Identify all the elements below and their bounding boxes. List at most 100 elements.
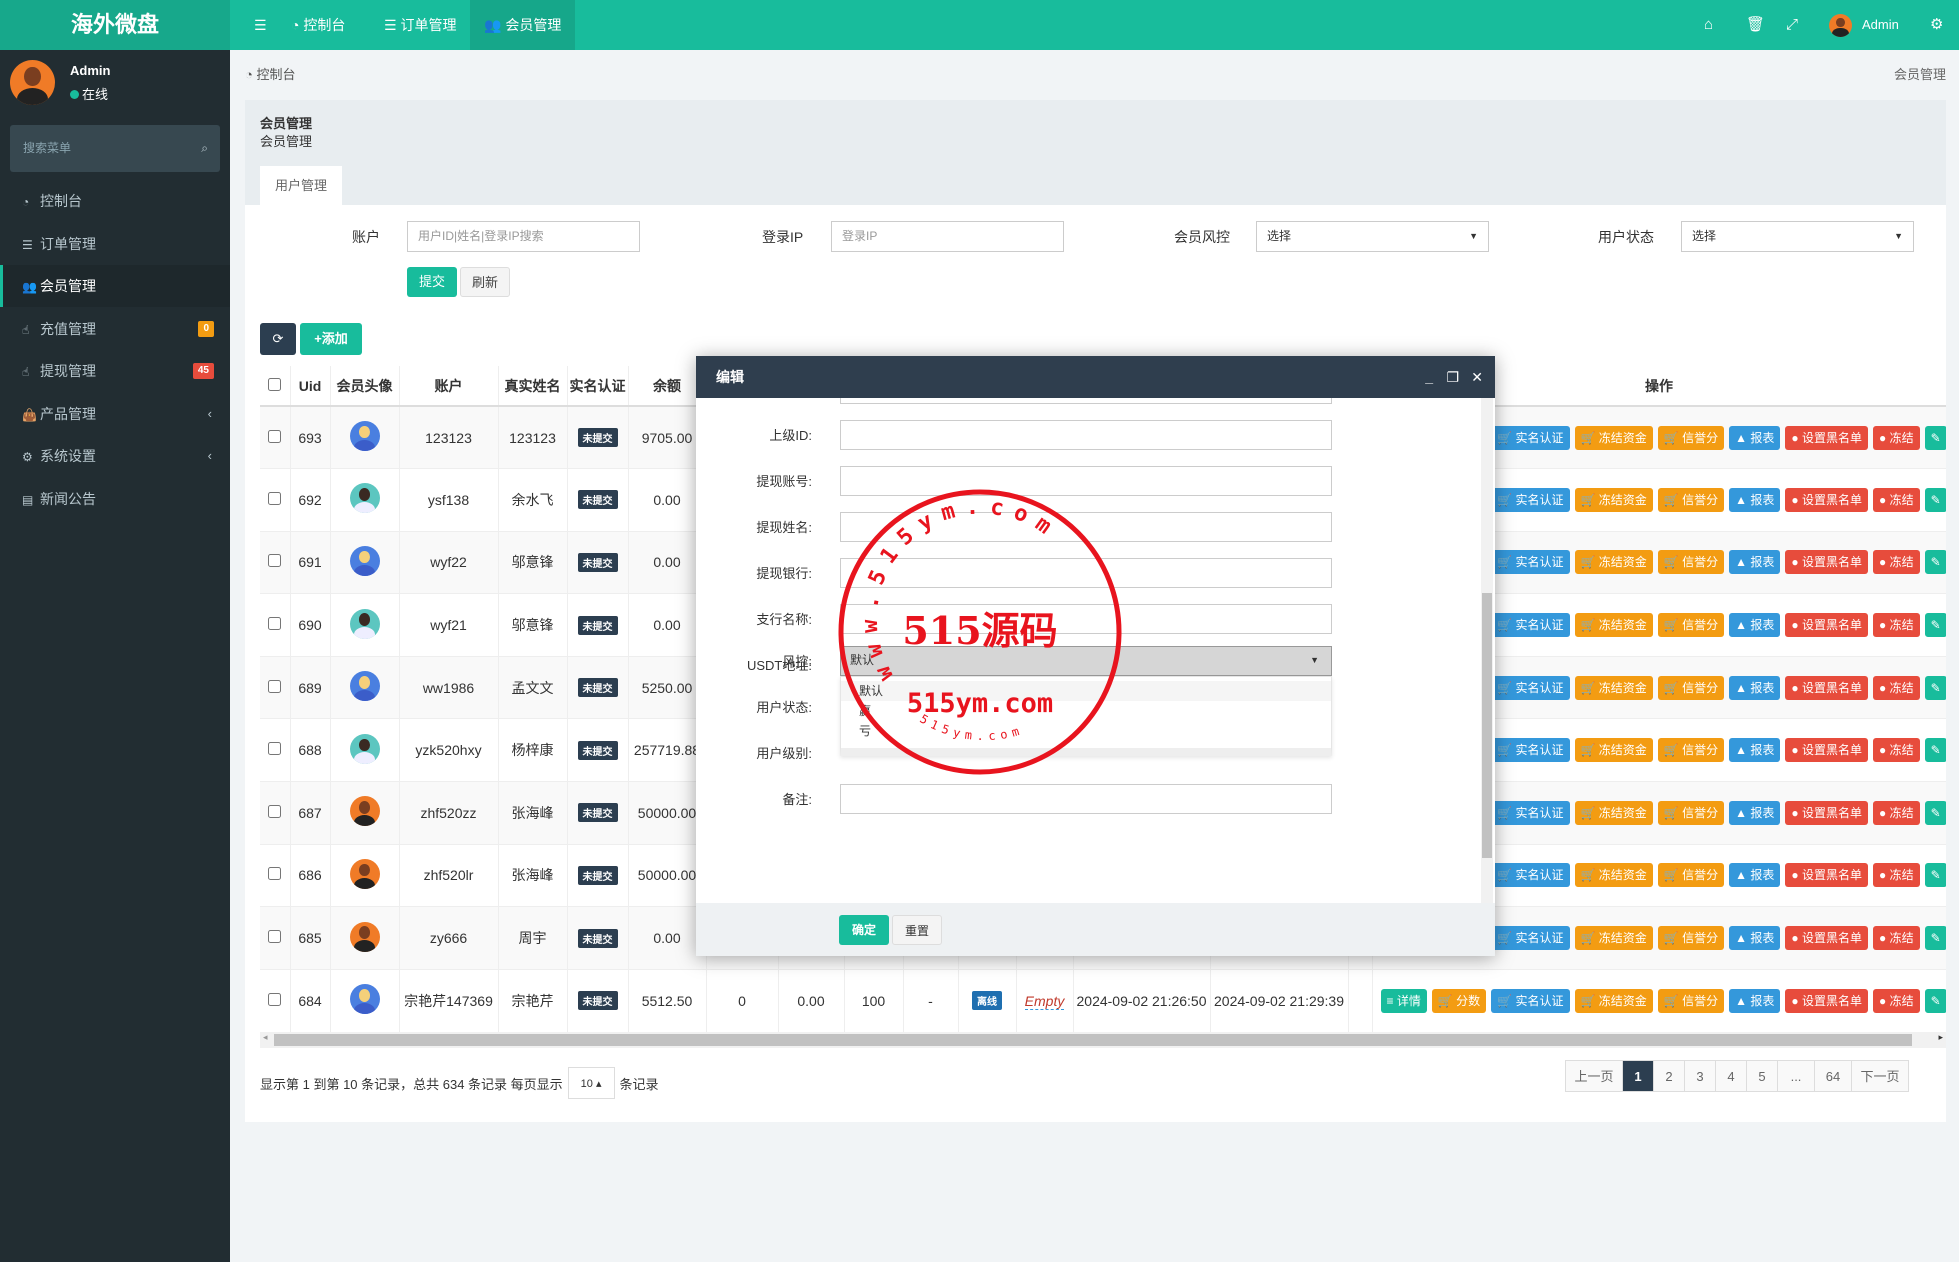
action-button[interactable]: ● 设置黑名单 [1785,613,1868,638]
action-button[interactable]: 🛒 信誉分 [1657,926,1725,951]
field-input[interactable] [840,420,1332,450]
action-button[interactable]: 🛒 冻结资金 [1574,863,1653,888]
action-button[interactable]: ✎ [1924,926,1945,951]
page-button[interactable]: ... [1777,1060,1815,1092]
tab-dashboard[interactable]: ◔ 控制台 [277,0,359,50]
action-button[interactable]: ▲ 报表 [1729,926,1781,951]
action-button[interactable]: ▲ 报表 [1729,863,1781,888]
action-button[interactable]: ▲ 报表 [1729,425,1781,450]
sidebar-item-gears[interactable]: ⚙ 系统设置 ‹ [0,435,230,477]
page-button[interactable]: 5 [1746,1060,1778,1092]
tab-orders[interactable]: ☰ 订单管理 [370,0,470,50]
action-button[interactable]: ✎ [1924,800,1945,825]
action-button[interactable]: 🛒 实名认证 [1491,800,1570,825]
action-button[interactable]: ● 设置黑名单 [1785,926,1868,951]
action-button[interactable]: 🛒 冻结资金 [1574,487,1653,512]
member-avatar[interactable] [349,483,380,514]
action-button[interactable]: ● 冻结 [1872,926,1920,951]
gears-icon[interactable]: ⚙ [1930,0,1943,50]
action-button[interactable]: 🛒 信誉分 [1657,487,1725,512]
logo[interactable]: 海外微盘 [0,0,230,50]
sidebar-item-newspaper[interactable]: ▤ 新闻公告 [0,478,230,520]
action-button[interactable]: 🛒 冻结资金 [1574,926,1653,951]
col-uid[interactable]: Uid [290,366,331,407]
action-button[interactable]: ✎ [1924,613,1945,638]
action-button[interactable]: ✎ [1924,738,1945,763]
action-button[interactable]: 🛒 实名认证 [1491,863,1570,888]
menu-search-input[interactable]: 搜索菜单 ⌕ [10,125,220,172]
sidebar-item-hand[interactable]: ☝ 充值管理 0 [0,308,230,350]
sidebar-item-list[interactable]: ☰ 订单管理 [0,223,230,265]
action-button[interactable]: ● 冻结 [1872,738,1920,763]
action-button[interactable]: 🛒 实名认证 [1491,738,1570,763]
page-button[interactable]: 1 [1622,1060,1654,1092]
menu-toggle-icon[interactable]: ☰ [240,0,281,50]
action-button[interactable]: 🛒 信誉分 [1657,863,1725,888]
empty-editable[interactable]: Empty [1024,992,1065,1010]
action-button[interactable]: ▲ 报表 [1729,613,1781,638]
maximize-icon[interactable]: ❐ [1446,356,1459,398]
risk-option[interactable]: 赢 [841,701,1331,721]
row-checkbox[interactable] [260,843,291,907]
submit-button[interactable]: 提交 [407,267,457,297]
login-ip-input[interactable]: 登录IP [831,221,1064,252]
scrollbar-thumb[interactable] [1482,593,1492,858]
action-button[interactable]: ✎ [1924,487,1945,512]
scrollbar-thumb[interactable] [274,1033,1912,1046]
action-button[interactable]: 🛒 分数 [1431,988,1487,1013]
row-checkbox[interactable] [260,530,291,594]
add-button[interactable]: +添加 [300,323,362,355]
action-button[interactable]: ▲ 报表 [1729,738,1781,763]
action-button[interactable]: ● 设置黑名单 [1785,425,1868,450]
action-button[interactable]: ● 设置黑名单 [1785,550,1868,575]
close-icon[interactable]: ✕ [1471,356,1483,398]
action-button[interactable]: 🛒 信誉分 [1657,988,1725,1013]
row-checkbox[interactable] [260,655,291,719]
minimize-icon[interactable]: _ [1425,356,1433,398]
tab-members[interactable]: 👥 会员管理 [470,0,576,50]
next-page-button[interactable]: 下一页 [1851,1060,1909,1092]
action-button[interactable]: 🛒 信誉分 [1657,800,1725,825]
action-button[interactable]: 🛒 冻结资金 [1574,800,1653,825]
member-avatar[interactable] [349,796,380,827]
action-button[interactable]: 🛒 冻结资金 [1574,613,1653,638]
trash-icon[interactable]: 🗑 [1746,0,1765,50]
col-balance[interactable]: 余额 [628,366,707,407]
sidebar-item-hand[interactable]: ☝ 提现管理 45 [0,350,230,392]
action-button[interactable]: 🛒 实名认证 [1491,988,1570,1013]
row-checkbox[interactable] [260,405,291,469]
confirm-button[interactable]: 确定 [839,915,889,945]
action-button[interactable]: 🛒 实名认证 [1491,613,1570,638]
action-button[interactable]: 🛒 信誉分 [1657,738,1725,763]
action-button[interactable]: 🛒 冻结资金 [1574,738,1653,763]
row-checkbox[interactable] [260,468,291,532]
risk-option[interactable]: 默认 [841,681,1331,701]
member-avatar[interactable] [349,921,380,952]
risk-option[interactable]: 亏 [841,721,1331,741]
action-button[interactable]: 🛒 信誉分 [1657,425,1725,450]
action-button[interactable]: ▲ 报表 [1729,675,1781,700]
page-size-select[interactable]: 10 ▴ [567,1067,615,1099]
field-input[interactable] [840,558,1332,588]
member-avatar[interactable] [349,733,380,764]
action-button[interactable]: ● 冻结 [1872,675,1920,700]
action-button[interactable]: 🛒 冻结资金 [1574,988,1653,1013]
action-button[interactable]: ▲ 报表 [1729,550,1781,575]
action-button[interactable]: ≡ 详情 [1380,988,1427,1013]
action-button[interactable]: 🛒 冻结资金 [1574,425,1653,450]
action-button[interactable]: ● 设置黑名单 [1785,675,1868,700]
action-button[interactable]: 🛒 实名认证 [1491,487,1570,512]
action-button[interactable]: 🛒 实名认证 [1491,675,1570,700]
member-avatar[interactable] [349,858,380,889]
page-button[interactable]: 4 [1715,1060,1747,1092]
modal-scrollbar[interactable] [1481,398,1493,903]
prev-page-button[interactable]: 上一页 [1565,1060,1623,1092]
row-checkbox[interactable] [260,968,291,1032]
action-button[interactable]: ● 设置黑名单 [1785,487,1868,512]
page-button[interactable]: 2 [1653,1060,1685,1092]
refresh-icon[interactable]: ⟳ [260,323,296,355]
field-input[interactable]: 9705.00 [840,398,1332,404]
action-button[interactable]: 🛒 实名认证 [1491,425,1570,450]
search-icon[interactable]: ⌕ [201,125,208,172]
action-button[interactable]: ● 设置黑名单 [1785,988,1868,1013]
